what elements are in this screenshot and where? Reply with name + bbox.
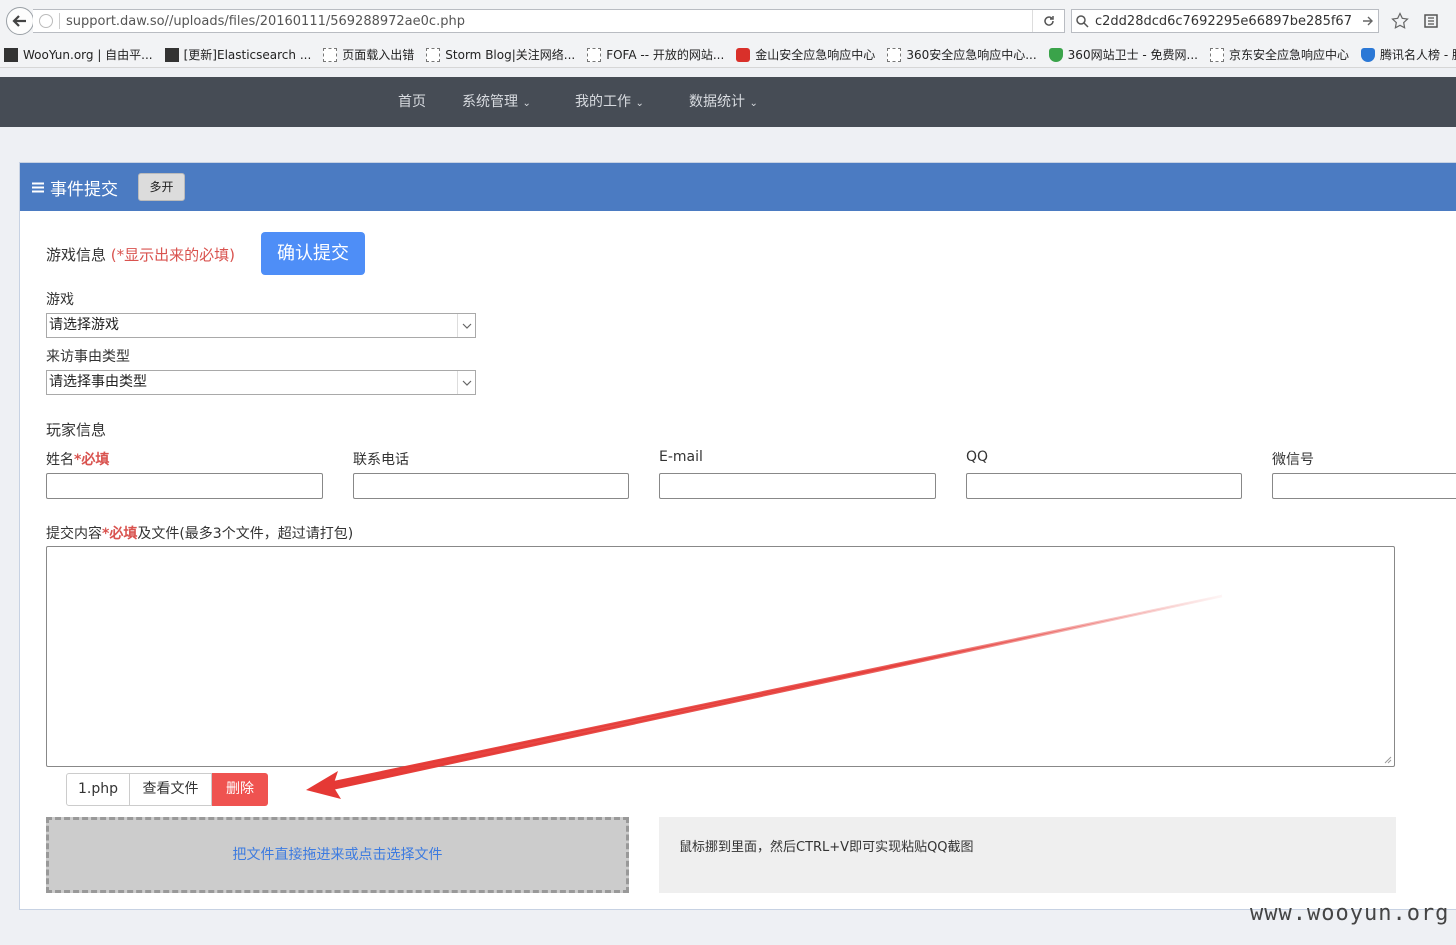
globe-icon xyxy=(39,14,53,28)
event-submit-panel: 事件提交 多开 游戏信息 (*显示出来的必填) 确认提交 游戏 请选择游戏 来访… xyxy=(19,162,1456,910)
favicon-icon xyxy=(323,47,338,62)
favicon-icon xyxy=(4,47,18,62)
view-file-button[interactable]: 查看文件 xyxy=(130,773,212,806)
phone-input[interactable] xyxy=(353,473,629,499)
site-navbar: 首页 系统管理 ⌄ 我的工作 ⌄ 数据统计 ⌄ xyxy=(0,77,1456,127)
reason-type-select[interactable]: 请选择事由类型 xyxy=(46,370,476,395)
nav-my-work[interactable]: 我的工作 ⌄ xyxy=(575,77,644,127)
bookmark-item[interactable]: [更新]Elasticsearch ... xyxy=(161,46,311,63)
nav-home[interactable]: 首页 xyxy=(398,77,426,127)
reading-list-icon[interactable] xyxy=(1421,11,1441,31)
bookmarks-bar: WooYun.org | 自由平... [更新]Elasticsearch ..… xyxy=(0,42,1456,68)
address-bar[interactable]: support.daw.so//uploads/files/20160111/5… xyxy=(33,9,1065,33)
url-text: support.daw.so//uploads/files/20160111/5… xyxy=(66,13,465,29)
game-label: 游戏 xyxy=(46,292,74,308)
favicon-icon xyxy=(164,47,179,62)
back-button[interactable] xyxy=(6,7,34,35)
qq-label: QQ xyxy=(966,449,989,465)
chevron-down-icon xyxy=(457,371,475,394)
bookmark-item[interactable]: WooYun.org | 自由平... xyxy=(0,46,153,63)
required-hint: (*显示出来的必填) xyxy=(110,246,236,264)
player-info-heading: 玩家信息 xyxy=(46,421,107,439)
bookmark-item[interactable]: Storm Blog|关注网络... xyxy=(422,46,575,63)
confirm-submit-button[interactable]: 确认提交 xyxy=(261,232,365,275)
email-label: E-mail xyxy=(659,449,703,465)
bookmark-item[interactable]: FOFA -- 开放的网站... xyxy=(583,46,724,63)
file-name: 1.php xyxy=(66,773,130,806)
chevron-down-icon: ⌄ xyxy=(749,98,758,109)
resize-grip-icon[interactable] xyxy=(1384,756,1392,764)
shield-icon xyxy=(1361,47,1375,62)
reload-icon xyxy=(1043,16,1054,26)
file-dropzone[interactable]: 把文件直接拖进来或点击选择文件 xyxy=(46,817,629,893)
wechat-input[interactable] xyxy=(1272,473,1456,499)
favicon-icon xyxy=(887,47,902,62)
paste-screenshot-area[interactable]: 鼠标挪到里面，然后CTRL+V即可实现粘贴QQ截图 xyxy=(659,817,1396,893)
search-query: c2dd28dcd6c7692295e66897be285f67 xyxy=(1095,13,1352,29)
content-textarea[interactable] xyxy=(46,546,1395,767)
nav-system-management[interactable]: 系统管理 ⌄ xyxy=(462,77,531,127)
bookmark-item[interactable]: 腾讯名人榜 - 腾讯安... xyxy=(1357,46,1456,63)
name-input[interactable] xyxy=(46,473,323,499)
browser-toolbar: support.daw.so//uploads/files/20160111/5… xyxy=(0,0,1456,42)
chevron-down-icon: ⌄ xyxy=(522,98,531,109)
bookmark-item[interactable]: 页面载入出错 xyxy=(319,46,414,63)
wechat-label: 微信号 xyxy=(1272,452,1314,468)
menu-icon xyxy=(32,182,44,193)
favicon-icon xyxy=(1209,47,1224,62)
favicon-icon xyxy=(736,47,751,62)
search-bar[interactable]: c2dd28dcd6c7692295e66897be285f67 xyxy=(1071,9,1379,33)
panel-title: 事件提交 xyxy=(32,175,118,200)
chevron-down-icon xyxy=(457,314,475,337)
content-label: 提交内容*必填及文件(最多3个文件，超过请打包) xyxy=(46,526,354,542)
chevron-down-icon: ⌄ xyxy=(635,98,644,109)
email-input[interactable] xyxy=(659,473,936,499)
multi-open-button[interactable]: 多开 xyxy=(138,173,185,201)
reload-button[interactable] xyxy=(1032,10,1064,32)
qq-input[interactable] xyxy=(966,473,1242,499)
watermark: www.wooyun.org xyxy=(1250,901,1450,926)
bookmark-item[interactable]: 金山安全应急响应中心 xyxy=(732,46,875,63)
arrow-left-icon xyxy=(12,15,26,27)
go-arrow-icon[interactable] xyxy=(1362,15,1374,27)
favicon-icon xyxy=(426,47,441,62)
delete-file-button[interactable]: 删除 xyxy=(212,773,268,806)
name-label: 姓名*必填 xyxy=(46,452,110,468)
shield-icon xyxy=(1048,47,1063,62)
favicon-icon xyxy=(587,47,602,62)
search-icon xyxy=(1076,14,1089,28)
bookmark-item[interactable]: 360网站卫士 - 免费网... xyxy=(1045,46,1198,63)
phone-label: 联系电话 xyxy=(353,452,409,468)
bookmark-item[interactable]: 京东安全应急响应中心 xyxy=(1206,46,1349,63)
reason-type-label: 来访事由类型 xyxy=(46,349,130,365)
game-select[interactable]: 请选择游戏 xyxy=(46,313,476,338)
star-icon[interactable] xyxy=(1390,11,1410,31)
uploaded-file: 1.php 查看文件 删除 xyxy=(66,773,268,806)
panel-header: 事件提交 多开 xyxy=(20,163,1456,211)
bookmark-item[interactable]: 360安全应急响应中心... xyxy=(883,46,1037,63)
nav-statistics[interactable]: 数据统计 ⌄ xyxy=(689,77,758,127)
game-info-heading: 游戏信息 (*显示出来的必填) xyxy=(46,246,236,264)
